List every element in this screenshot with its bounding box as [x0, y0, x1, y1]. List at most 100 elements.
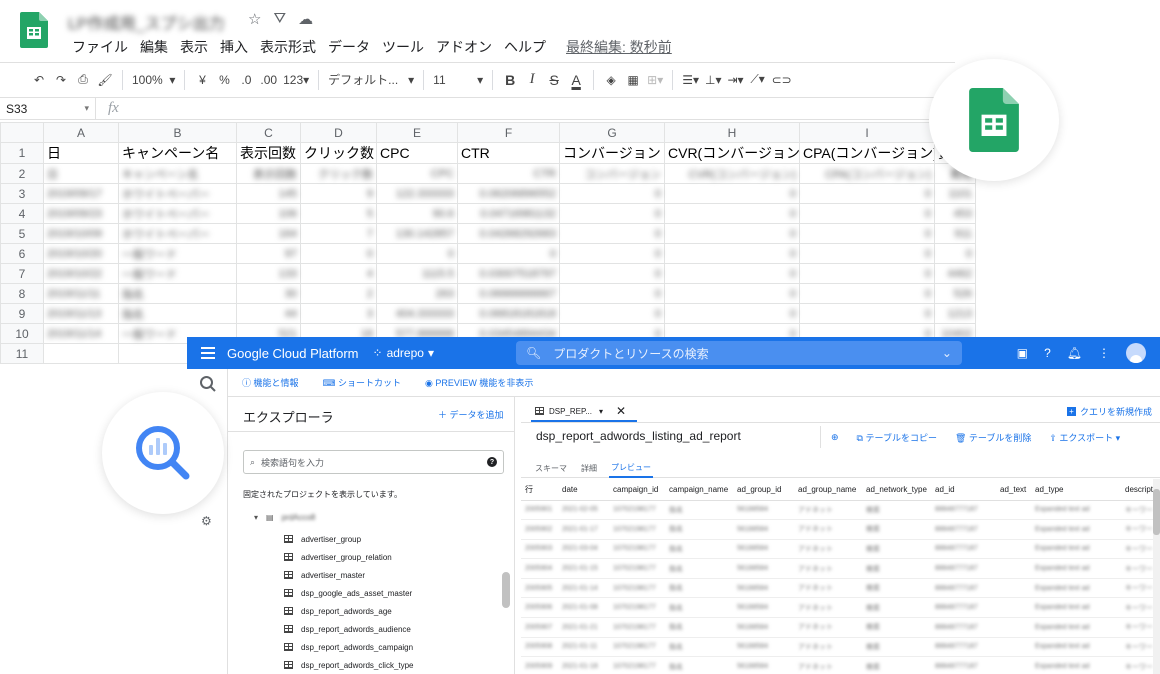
drive-move-icon[interactable]: ⛛ — [273, 10, 286, 28]
sheet-cell[interactable]: 0.06206896552 — [457, 183, 560, 204]
sheet-cell[interactable]: 5 — [300, 203, 377, 224]
text-color-button[interactable]: A — [565, 66, 587, 94]
sheet-cell[interactable]: CTR — [457, 163, 560, 184]
sheet-cell[interactable]: CPC — [376, 142, 458, 164]
close-icon[interactable]: ✕ — [616, 404, 626, 418]
row-header[interactable]: 3 — [0, 183, 44, 204]
sheet-cell[interactable]: 453 — [934, 203, 976, 224]
sheet-cell[interactable]: 0 — [559, 203, 665, 224]
cloud-status-icon[interactable]: ☁ — [298, 10, 313, 28]
sheet-cell[interactable]: 0 — [799, 243, 935, 264]
sheet-cell[interactable]: 1115.5 — [376, 263, 458, 284]
row-header[interactable]: 10 — [0, 323, 44, 344]
bold-button[interactable]: B — [499, 66, 521, 94]
export-button[interactable]: ⇪ エクスポート ▾ — [1049, 431, 1120, 444]
row-header[interactable]: 1 — [0, 142, 44, 164]
row-header[interactable]: 4 — [0, 203, 44, 224]
sheet-cell[interactable]: 0.06818181818 — [457, 303, 560, 324]
row-header[interactable]: 9 — [0, 303, 44, 324]
sheet-cell[interactable]: CVR(コンバージョン) — [664, 142, 800, 164]
select-all-corner[interactable] — [0, 122, 44, 143]
menu-edit[interactable]: 編集 — [134, 37, 174, 57]
sheet-cell[interactable]: 106 — [236, 203, 301, 224]
sheet-cell[interactable]: 263 — [376, 283, 458, 304]
bigquery-nav-icon[interactable] — [199, 375, 217, 393]
decrease-decimal-button[interactable]: .0 — [235, 66, 257, 94]
sheet-cell[interactable]: 145 — [236, 183, 301, 204]
sheet-cell[interactable]: 2019/09/17 — [43, 183, 119, 204]
shortcuts-link[interactable]: ⌨ ショートカット — [323, 376, 402, 389]
features-info-link[interactable]: ⓘ 機能と情報 — [242, 376, 299, 389]
settings-gear-icon[interactable]: ⚙ — [201, 514, 212, 528]
sheet-cell[interactable]: CTR — [457, 142, 560, 164]
help-icon[interactable]: ? — [1044, 346, 1051, 360]
sheet-cell[interactable]: 日 — [43, 142, 119, 164]
tab-details[interactable]: 詳細 — [579, 458, 599, 478]
column-header[interactable]: D — [300, 122, 377, 143]
cloud-shell-icon[interactable]: ▣ — [1017, 346, 1028, 360]
fill-color-icon[interactable]: ◈ — [600, 66, 622, 94]
table-list-item[interactable]: dsp_google_ads_asset_master — [284, 584, 414, 602]
sheet-cell[interactable]: 911 — [934, 223, 976, 244]
sheet-cell[interactable]: 2019/10/09 — [43, 223, 119, 244]
menu-format[interactable]: 表示形式 — [254, 37, 322, 57]
redo-icon[interactable]: ↷ — [50, 66, 72, 94]
column-header[interactable]: C — [236, 122, 301, 143]
tab-preview[interactable]: プレビュー — [609, 458, 653, 478]
column-header[interactable]: G — [559, 122, 665, 143]
undo-icon[interactable]: ↶ — [28, 66, 50, 94]
sheet-cell[interactable]: 404.333333 — [376, 303, 458, 324]
row-header[interactable]: 6 — [0, 243, 44, 264]
currency-format-button[interactable]: ¥ — [191, 66, 213, 94]
sheet-cell[interactable]: ホワイトペーパー — [118, 223, 237, 244]
sheet-cell[interactable]: 122.333333 — [376, 183, 458, 204]
menu-tools[interactable]: ツール — [376, 37, 430, 57]
table-list-item[interactable]: dsp_report_adwords_age — [284, 602, 414, 620]
column-header[interactable]: E — [376, 122, 458, 143]
sheet-cell[interactable]: 日 — [43, 163, 119, 184]
sheet-cell[interactable]: 0 — [376, 243, 458, 264]
sheet-cell[interactable]: 0 — [799, 223, 935, 244]
sheet-cell[interactable]: 0 — [934, 243, 976, 264]
copy-table-button[interactable]: ⧉ テーブルをコピー — [857, 431, 937, 444]
sheet-cell[interactable]: 9 — [300, 183, 377, 204]
sheet-cell[interactable]: 0 — [664, 203, 800, 224]
sheet-cell[interactable]: 2 — [300, 283, 377, 304]
sheet-cell[interactable]: 2019/11/11 — [43, 283, 119, 304]
last-edit-link[interactable]: 最終編集: 数秒前 — [560, 37, 678, 57]
sheet-cell[interactable]: 164 — [236, 223, 301, 244]
sheet-cell[interactable]: 0 — [799, 263, 935, 284]
sheet-cell[interactable]: 表示回数 — [236, 163, 301, 184]
sheet-cell[interactable]: 指名 — [118, 283, 237, 304]
sheet-cell[interactable]: ホワイトペーパー — [118, 203, 237, 224]
sheet-cell[interactable]: 30 — [236, 283, 301, 304]
sheet-cell[interactable]: 0 — [559, 303, 665, 324]
table-list-item[interactable]: dsp_report_adwords_campaign — [284, 638, 414, 656]
text-wrap-icon[interactable]: ⇥▾ — [725, 66, 747, 94]
document-title[interactable]: LP作成用_スプシ出力 — [68, 10, 224, 34]
column-header[interactable]: H — [664, 122, 800, 143]
merge-cells-icon[interactable]: ⊞▾ — [644, 66, 666, 94]
sheet-cell[interactable]: 0 — [664, 303, 800, 324]
percent-format-button[interactable]: % — [213, 66, 235, 94]
sheet-cell[interactable]: 97 — [236, 243, 301, 264]
sheet-cell[interactable]: ホワイトペーパー — [118, 183, 237, 204]
tab-schema[interactable]: スキーマ — [533, 458, 569, 478]
sheet-cell[interactable]: クリック数 — [300, 163, 377, 184]
delete-table-button[interactable]: 🗑︎ テーブルを削除 — [955, 431, 1031, 444]
menu-insert[interactable]: 挿入 — [214, 37, 254, 57]
sheet-cell[interactable]: 指名 — [118, 303, 237, 324]
column-header[interactable]: B — [118, 122, 237, 143]
sheet-cell[interactable]: 0.03007518797 — [457, 263, 560, 284]
sheet-cell[interactable]: 4462 — [934, 263, 976, 284]
sheet-cell[interactable]: 一般ワード — [118, 243, 237, 264]
sheet-cell[interactable]: 2019/11/13 — [43, 303, 119, 324]
strikethrough-button[interactable]: S — [543, 66, 565, 94]
zoom-select[interactable]: 100% ▾ — [129, 66, 178, 94]
sheet-cell[interactable]: 2019/10/22 — [43, 263, 119, 284]
sheet-cell[interactable]: キャンペーン名 — [118, 142, 237, 164]
row-header[interactable]: 11 — [0, 343, 44, 364]
sheet-cell[interactable]: 0 — [664, 263, 800, 284]
row-header[interactable]: 2 — [0, 163, 44, 184]
sheet-cell[interactable]: 1213 — [934, 303, 976, 324]
